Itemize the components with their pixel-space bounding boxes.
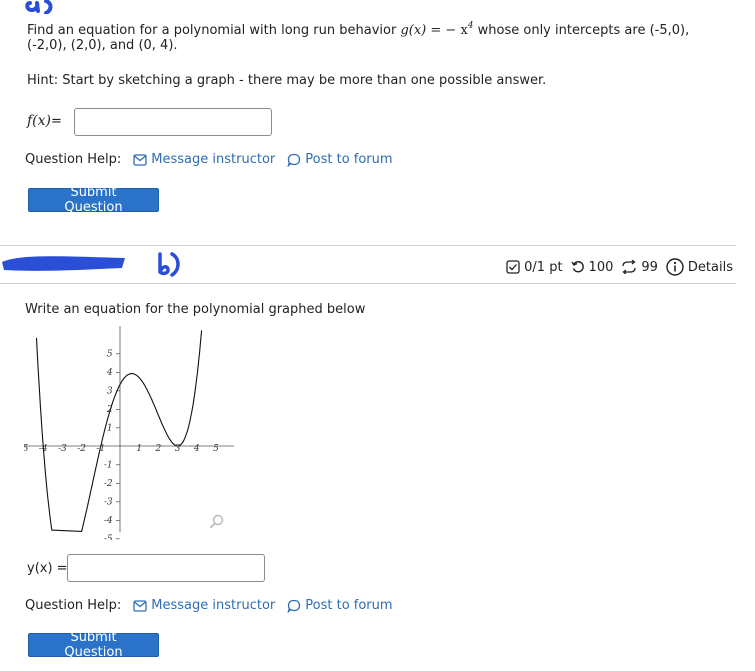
question-help-b: Question Help: Message instructor Post t…: [25, 598, 393, 613]
y-tick-label: -5 –: [104, 535, 121, 541]
handwritten-label-a: [25, 0, 53, 14]
retry-icon: [622, 260, 637, 274]
y-tick-label: 4 –: [106, 368, 121, 378]
question-help-a: Question Help: Message instructor Post t…: [25, 152, 393, 167]
undo-icon: [570, 261, 584, 273]
y-tick-label: 2 –: [106, 405, 121, 415]
retries-indicator: 99: [621, 260, 658, 275]
polynomial-graph: -5-4-3-2-112345 5 –4 –3 –2 –1 –-1 –-2 –-…: [24, 326, 234, 541]
submit-button-b[interactable]: Submit Question: [28, 630, 159, 660]
hint-text: Hint: Start by sketching a graph - there…: [27, 73, 547, 88]
speech-bubble-icon: [287, 599, 301, 613]
y-tick-label: 1 –: [107, 424, 121, 434]
question-b: Write an equation for the polynomial gra…: [25, 302, 366, 317]
y-tick-label: -3 –: [104, 498, 121, 508]
speech-bubble-icon: [287, 153, 301, 167]
section-divider-bottom: [0, 283, 736, 284]
x-tick-label: 2: [155, 444, 162, 454]
mail-icon: [133, 599, 147, 612]
section-divider-top: [0, 245, 736, 246]
answer-a-input[interactable]: [74, 108, 272, 136]
answer-a-label: f(x) =: [27, 113, 62, 129]
answer-b-label: y(x) =: [27, 561, 68, 576]
submit-button-a[interactable]: Submit Question: [28, 185, 159, 215]
x-tick-label: -3: [58, 444, 67, 454]
question-a-line2: (-2,0), (2,0), and (0, 4).: [27, 38, 178, 53]
x-tick-label: -2: [77, 444, 86, 454]
checkbox-icon: [506, 260, 520, 274]
mail-icon: [133, 153, 147, 166]
y-tick-label: 5 –: [107, 350, 121, 360]
question-meta: 0/1 pt 100 99 Details: [498, 258, 733, 276]
x-tick-label: -5: [24, 444, 29, 454]
details-toggle[interactable]: Details: [666, 258, 733, 276]
y-tick-label: -4 –: [104, 516, 121, 526]
info-icon: [666, 258, 684, 276]
attempts-indicator: 100: [570, 260, 613, 275]
post-to-forum-link-a[interactable]: Post to forum: [287, 152, 393, 167]
score-indicator: 0/1 pt: [506, 260, 563, 275]
redacted-scribble: [2, 256, 125, 271]
x-tick-label: 4: [193, 444, 200, 454]
post-to-forum-link-b[interactable]: Post to forum: [287, 598, 393, 613]
message-instructor-link-a[interactable]: Message instructor: [133, 152, 275, 167]
answer-b-input[interactable]: [67, 554, 265, 582]
x-tick-label: 1: [136, 444, 142, 454]
message-instructor-link-b[interactable]: Message instructor: [133, 598, 275, 613]
y-tick-label: -2 –: [104, 479, 121, 489]
handwritten-label-b: [158, 252, 180, 277]
magnifier-icon[interactable]: [209, 514, 225, 530]
x-tick-label: 5: [213, 444, 219, 454]
y-tick-label: -1 –: [104, 461, 121, 471]
